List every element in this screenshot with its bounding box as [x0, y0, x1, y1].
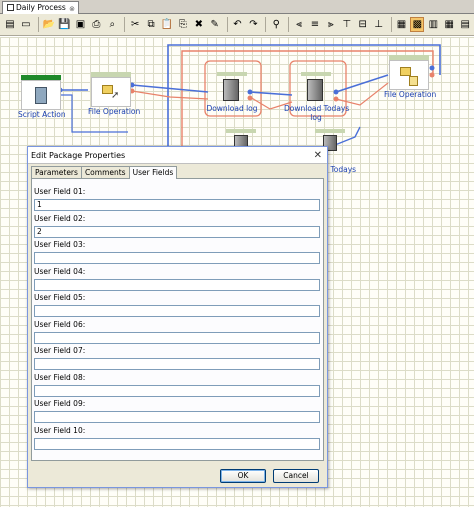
user-field-input[interactable] — [34, 437, 320, 450]
save-icon[interactable]: 💾 — [58, 17, 72, 32]
user-field-input[interactable] — [34, 384, 320, 397]
user-fields-panel: User Field 01: 1 User Field 02: 2 User Field… — [31, 178, 324, 461]
user-field-input[interactable]: 2 — [34, 225, 320, 238]
open-folder-icon[interactable]: 📂 — [42, 17, 56, 32]
user-field-input[interactable] — [34, 411, 320, 423]
dialog-title: Edit Package Properties — [31, 151, 126, 160]
node-label: Download log — [206, 104, 258, 113]
process-icon — [7, 4, 14, 11]
user-field-label: User Field 02: — [34, 213, 86, 223]
document-tab-strip: Daily Process ⊗ — [0, 0, 474, 14]
toolbar-separator — [265, 17, 267, 32]
cancel-button[interactable]: Cancel — [273, 469, 319, 483]
show-grid-icon[interactable]: ▩ — [410, 17, 425, 32]
dialog-tabs: Parameters Comments User Fields — [31, 166, 178, 179]
close-icon[interactable]: ✕ — [314, 147, 322, 164]
user-field-input[interactable] — [34, 252, 320, 264]
toolbar-separator — [124, 17, 126, 32]
calendar-week-icon[interactable]: ▤ — [458, 17, 472, 32]
clear-icon[interactable]: ✎ — [208, 17, 222, 32]
user-field-input[interactable] — [34, 305, 320, 317]
cut-icon[interactable]: ✂ — [128, 17, 142, 32]
user-field-label: User Field 08: — [34, 372, 86, 382]
user-field-label: User Field 01: — [34, 187, 86, 196]
print-icon[interactable]: ⎙ — [89, 17, 103, 32]
node-script-action[interactable]: Script Action — [18, 75, 66, 119]
align-left-icon[interactable]: ⫷ — [292, 17, 306, 32]
user-field-input[interactable] — [34, 358, 320, 370]
tab-title: Daily Process — [16, 3, 66, 12]
copy-icon[interactable]: ⧉ — [144, 17, 158, 32]
node-download-log[interactable]: Download log — [204, 72, 260, 113]
node-label-line1: Download Todays — [284, 104, 350, 113]
wire-fileop-to-download — [131, 84, 209, 93]
user-field-label: User Field 06: — [34, 319, 86, 329]
calculator-icon — [35, 87, 47, 104]
node-file-operation-1[interactable]: ➚ File Operation — [88, 72, 141, 116]
node-label: l Todays — [326, 165, 357, 174]
user-field-label: User Field 10: — [34, 425, 86, 435]
tab-parameters[interactable]: Parameters — [31, 166, 82, 178]
user-field-input[interactable] — [34, 278, 320, 291]
node-label: File Operation — [384, 90, 437, 99]
toolbar-separator — [390, 17, 392, 32]
node-download-todays-log[interactable]: Download Todays log — [284, 72, 350, 122]
toolbar-separator — [288, 17, 290, 32]
align-top-icon[interactable]: ⊤ — [340, 17, 354, 32]
folder-icon — [400, 67, 411, 76]
tab-comments[interactable]: Comments — [80, 166, 130, 178]
save-all-icon[interactable]: ▣ — [74, 17, 88, 32]
user-field-label: User Field 03: — [34, 240, 86, 249]
align-middle-icon[interactable]: ⊟ — [356, 17, 370, 32]
arrow-icon: ➚ — [111, 90, 120, 101]
node-label: Script Action — [18, 110, 66, 119]
edit-package-properties-dialog: Edit Package Properties ✕ Parameters Com… — [27, 146, 328, 488]
server-icon — [307, 79, 323, 101]
wire-fileop-to-download-fail — [131, 90, 209, 100]
node-label: File Operation — [88, 107, 141, 116]
toolbar-separator — [37, 17, 39, 32]
dialog-title-bar[interactable]: Edit Package Properties ✕ — [28, 147, 327, 164]
user-field-label: User Field 05: — [34, 293, 86, 302]
paste-special-icon[interactable]: ⎘ — [176, 17, 190, 32]
user-field-label: User Field 04: — [34, 266, 86, 276]
undo-icon[interactable]: ↶ — [231, 17, 245, 32]
tab-user-fields[interactable]: User Fields — [128, 166, 178, 179]
user-field-input[interactable] — [34, 331, 320, 344]
ok-button[interactable]: OK — [220, 469, 266, 483]
user-field-label: User Field 09: — [34, 399, 86, 408]
properties-icon[interactable]: ▤ — [3, 17, 17, 32]
schedule-icon[interactable]: ▥ — [426, 17, 440, 32]
lock-icon — [409, 76, 418, 86]
delete-icon[interactable]: ✖ — [192, 17, 206, 32]
tab-daily-process[interactable]: Daily Process ⊗ — [2, 1, 79, 14]
print-preview-icon[interactable]: ⌕ — [105, 17, 119, 32]
node-label-line2: log — [310, 113, 322, 122]
align-center-icon[interactable]: ≡ — [308, 17, 322, 32]
calendar-icon[interactable]: ▦ — [442, 17, 456, 32]
find-icon[interactable]: ⚲ — [269, 17, 283, 32]
user-field-label: User Field 07: — [34, 346, 86, 355]
toolbar-separator — [226, 17, 228, 32]
align-bottom-icon[interactable]: ⊥ — [372, 17, 386, 32]
align-right-icon[interactable]: ⫸ — [324, 17, 338, 32]
new-icon[interactable]: ▭ — [19, 17, 33, 32]
redo-icon[interactable]: ↷ — [246, 17, 260, 32]
paste-icon[interactable]: 📋 — [160, 17, 174, 32]
node-file-operation-2[interactable]: File Operation — [384, 55, 437, 99]
server-icon — [223, 79, 239, 101]
user-field-input[interactable]: 1 — [34, 199, 320, 211]
toolbar: ▤ ▭ 📂 💾 ▣ ⎙ ⌕ ✂ ⧉ 📋 ⎘ ✖ ✎ ↶ ↷ ⚲ ⫷ ≡ ⫸ ⊤ ⊟ ⊥ ▦ ▩ ▥ ▦ ▤ — [0, 14, 474, 36]
snap-to-grid-icon[interactable]: ▦ — [394, 17, 408, 32]
